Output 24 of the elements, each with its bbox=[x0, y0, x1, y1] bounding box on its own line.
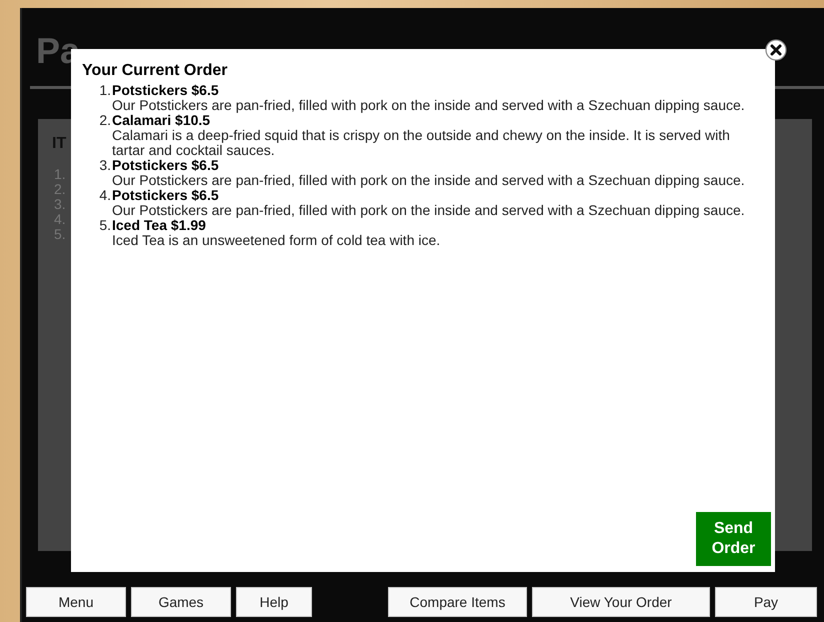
list-number: 5. bbox=[99, 217, 111, 233]
item-description: Iced Tea is an unsweetened form of cold tea with ice. bbox=[112, 233, 442, 248]
list-number: 1. bbox=[99, 82, 111, 98]
nav-button[interactable]: View Your Order bbox=[532, 587, 710, 617]
item-description: Our Potstickers are pan-fried, filled with pork on the inside and served with a Szechuan dipping sauce. bbox=[112, 203, 746, 218]
item-name: Potstickers $6.5 bbox=[112, 188, 220, 203]
item-description: Our Potstickers are pan-fried, filled with pork on the inside and served with a Szechuan dipping sauce. bbox=[112, 173, 746, 188]
dialog-title: Your Current Order bbox=[82, 62, 228, 80]
nav-button[interactable]: Menu bbox=[26, 587, 126, 617]
list-number: 4. bbox=[99, 187, 111, 203]
item-name: Potstickers $6.5 bbox=[112, 83, 220, 98]
nav-button[interactable]: Games bbox=[131, 587, 231, 617]
nav-button[interactable]: Help bbox=[236, 587, 312, 617]
nav-button[interactable]: Compare Items bbox=[388, 587, 527, 617]
nav-button[interactable]: Pay bbox=[715, 587, 817, 617]
list-number: 2. bbox=[99, 112, 111, 128]
send-order-button[interactable]: Send Order bbox=[696, 512, 771, 566]
item-name: Iced Tea $1.99 bbox=[112, 218, 207, 233]
close-icon[interactable] bbox=[765, 39, 787, 61]
item-description: Calamari is a deep-fried squid that is crispy on the outside and chewy on the inside. It is served with tartar and cocktail sauces. bbox=[112, 128, 731, 158]
item-name: Calamari $10.5 bbox=[112, 113, 212, 128]
item-description: Our Potstickers are pan-fried, filled with pork on the inside and served with a Szechuan dipping sauce. bbox=[112, 98, 746, 113]
list-number: 3. bbox=[99, 157, 111, 173]
item-name: Potstickers $6.5 bbox=[112, 158, 220, 173]
